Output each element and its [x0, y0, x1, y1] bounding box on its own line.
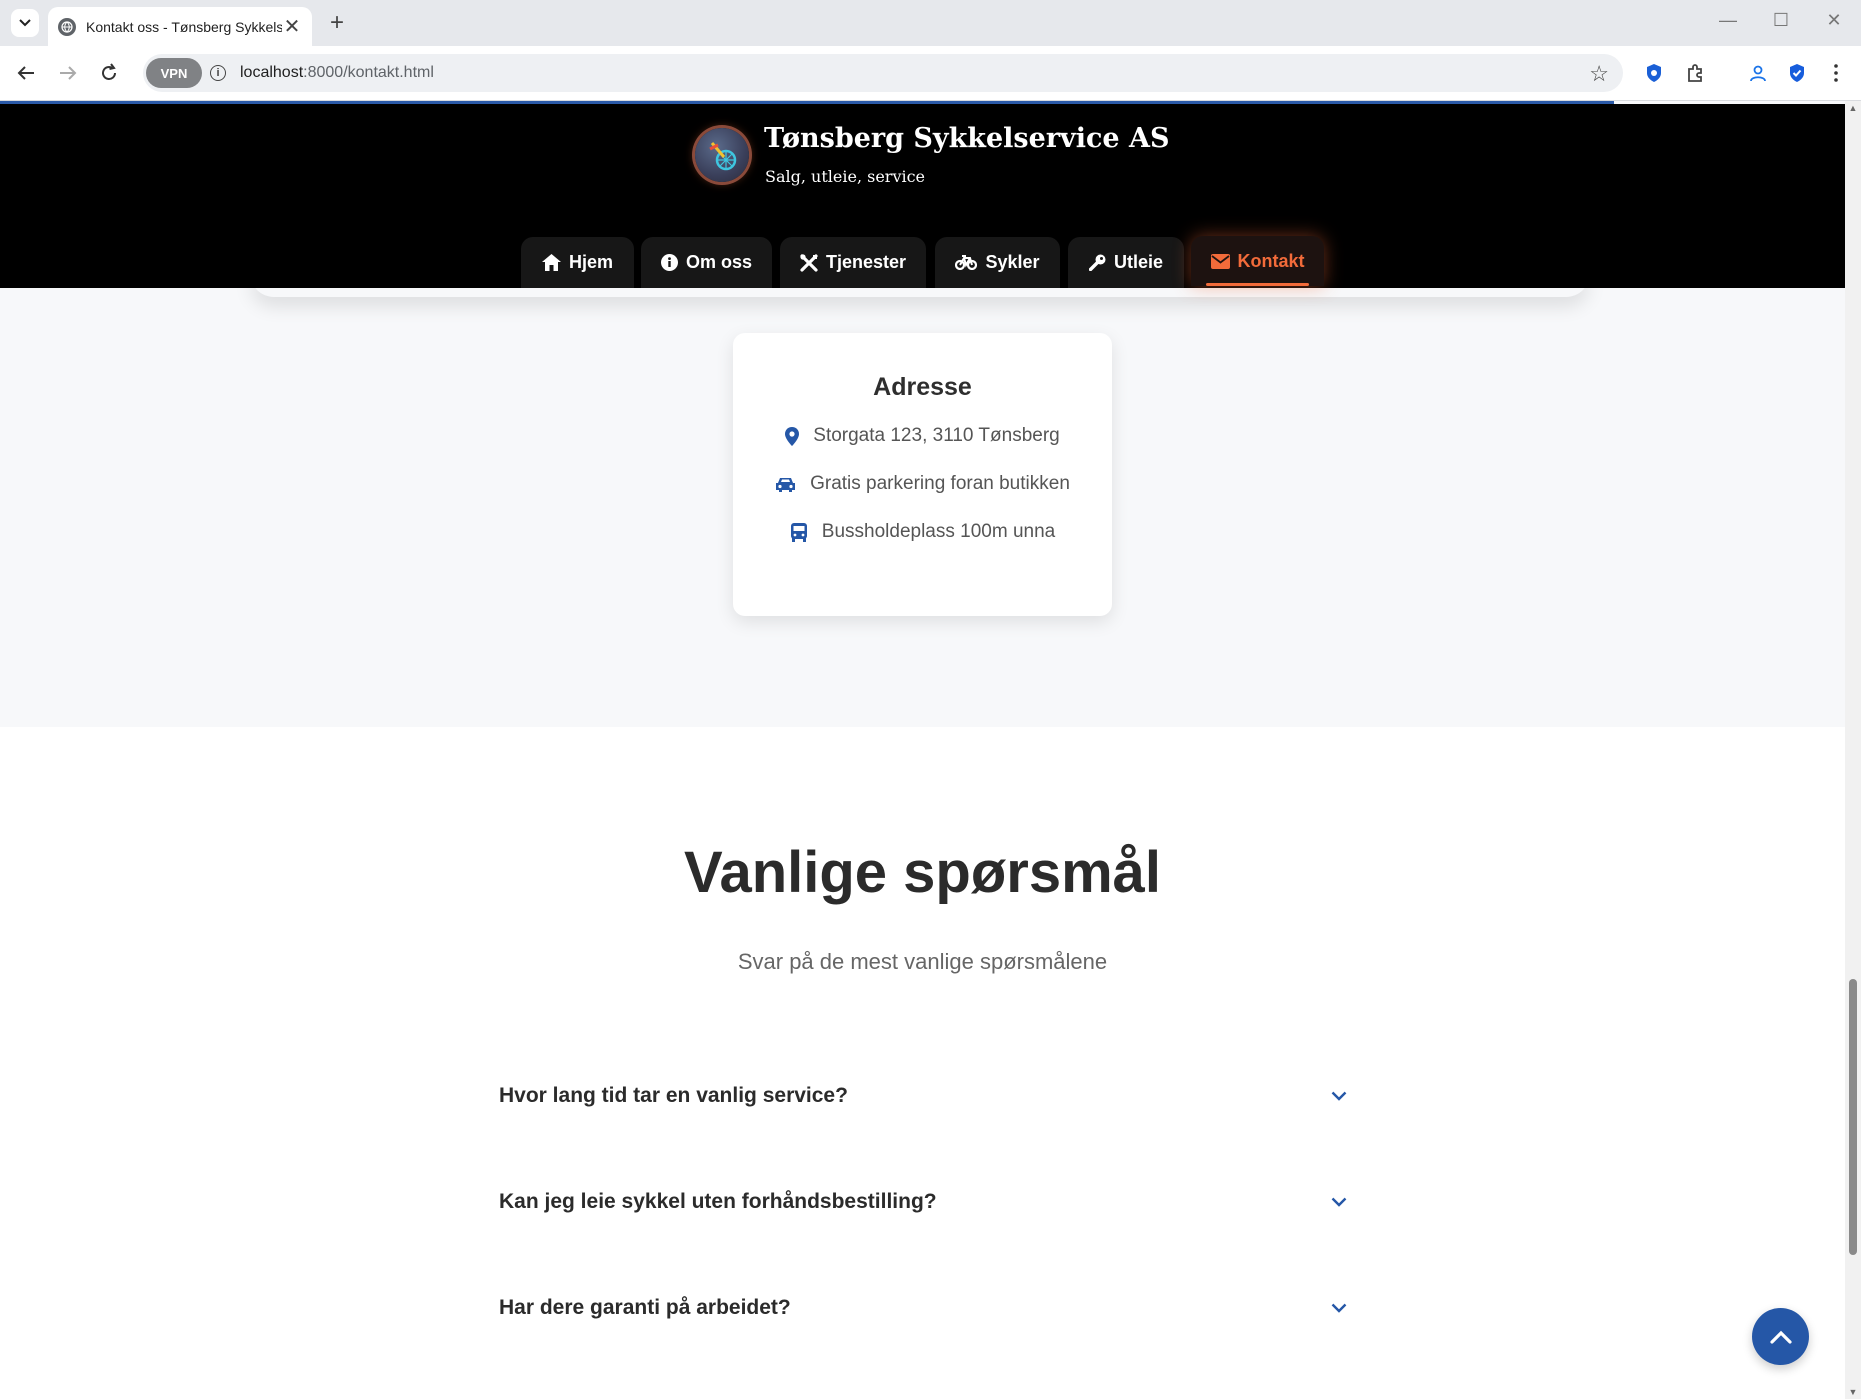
address-row-street: Storgata 123, 3110 Tønsberg: [733, 421, 1112, 451]
tab-title: Kontakt oss - Tønsberg Sykkelservice AS: [86, 18, 282, 35]
bicycle-logo-icon: [709, 142, 737, 171]
reload-icon: [102, 63, 116, 80]
nav-item-kontakt[interactable]: Kontakt: [1191, 236, 1324, 286]
nav-item-om-oss[interactable]: Om oss: [641, 237, 772, 288]
info-circle-icon: [660, 254, 678, 271]
main-navigation: Hjem Om oss Tjenester Sykler Utleie Kont…: [0, 236, 1845, 288]
chevron-down-icon[interactable]: [1329, 1192, 1349, 1212]
tab-search-button[interactable]: [11, 9, 39, 37]
faq-question-text: Kan jeg leie sykkel uten forhåndsbestill…: [499, 1190, 937, 1213]
bicycle-icon: [955, 255, 978, 270]
home-icon: [541, 254, 561, 271]
site-header: Tønsberg Sykkelservice AS Salg, utleie, …: [0, 104, 1845, 288]
bitwarden-shield-icon[interactable]: [1785, 61, 1809, 85]
browser-tab-bar: Kontakt oss - Tønsberg Sykkelservice AS …: [0, 0, 1861, 46]
nav-label-om-oss: Om oss: [685, 252, 753, 272]
address-card-title: Adresse: [873, 373, 972, 401]
maximize-button[interactable]: ☐: [1771, 10, 1791, 31]
scroll-down-arrow[interactable]: ▼: [1845, 1387, 1861, 1397]
close-tab-icon[interactable]: ✕: [282, 14, 302, 39]
chevron-up-icon: [1769, 1330, 1792, 1344]
close-window-button[interactable]: ✕: [1824, 10, 1844, 31]
site-logo[interactable]: [695, 128, 749, 182]
bus-icon: [790, 522, 807, 542]
nav-item-tjenester[interactable]: Tjenester: [780, 237, 926, 288]
bookmark-star-icon[interactable]: ☆: [1589, 61, 1609, 87]
minimize-button[interactable]: —: [1718, 10, 1738, 31]
profile-icon[interactable]: [1746, 61, 1770, 85]
url-text[interactable]: localhost:8000/kontakt.html: [240, 64, 434, 82]
address-row-bus: Bussholdeplass 100m unna: [733, 517, 1112, 547]
back-button[interactable]: [13, 60, 39, 86]
browser-tab-active[interactable]: Kontakt oss - Tønsberg Sykkelservice AS …: [48, 7, 312, 46]
page-viewport: Tønsberg Sykkelservice AS Salg, utleie, …: [0, 101, 1845, 1399]
envelope-icon: [1210, 253, 1230, 269]
globe-icon: [58, 17, 76, 36]
site-title[interactable]: Tønsberg Sykkelservice AS: [764, 123, 1169, 154]
address-row-parking: Gratis parkering foran butikken: [733, 469, 1112, 499]
reload-button[interactable]: [96, 60, 122, 86]
site-tagline: Salg, utleie, service: [765, 167, 926, 186]
nav-item-utleie[interactable]: Utleie: [1068, 237, 1184, 288]
arrow-right-icon: [60, 66, 77, 80]
nav-item-sykler[interactable]: Sykler: [935, 237, 1060, 288]
nav-label-hjem: Hjem: [568, 252, 613, 272]
car-icon: [776, 477, 796, 492]
address-card: Adresse Storgata 123, 3110 Tønsberg Grat…: [733, 333, 1112, 616]
faq-subtitle: Svar på de mest vanlige spørsmålene: [737, 949, 1108, 974]
faq-question-1[interactable]: Hvor lang tid tar en vanlig service?: [499, 1076, 1349, 1116]
nav-label-utleie: Utleie: [1113, 252, 1164, 272]
scroll-progress-bar: [0, 101, 1614, 104]
arrow-left-icon: [17, 66, 34, 80]
page-scrollbar[interactable]: ▲ ▼: [1845, 101, 1861, 1399]
back-to-top-button[interactable]: [1752, 1308, 1809, 1365]
nav-label-tjenester: Tjenester: [825, 252, 907, 272]
browser-menu-icon[interactable]: [1824, 61, 1848, 85]
shield-extension-icon[interactable]: [1642, 61, 1666, 85]
nav-label-kontakt: Kontakt: [1237, 250, 1305, 271]
address-street-text: Storgata 123, 3110 Tønsberg: [813, 425, 1060, 446]
address-bus-text: Bussholdeplass 100m unna: [821, 521, 1056, 542]
puzzle-extensions-icon[interactable]: [1683, 61, 1707, 85]
nav-item-hjem[interactable]: Hjem: [521, 237, 634, 288]
address-bar[interactable]: VPN i localhost:8000/kontakt.html ☆: [143, 54, 1623, 92]
forward-button[interactable]: [55, 60, 81, 86]
faq-question-2[interactable]: Kan jeg leie sykkel uten forhåndsbestill…: [499, 1182, 1349, 1222]
scrollbar-thumb[interactable]: [1849, 979, 1857, 1255]
site-info-icon[interactable]: i: [210, 65, 226, 81]
browser-toolbar: VPN i localhost:8000/kontakt.html ☆: [0, 46, 1861, 101]
new-tab-button[interactable]: +: [326, 9, 348, 37]
address-parking-text: Gratis parkering foran butikken: [810, 473, 1070, 494]
faq-question-text: Hvor lang tid tar en vanlig service?: [499, 1084, 848, 1107]
scroll-up-arrow[interactable]: ▲: [1845, 103, 1861, 113]
chevron-down-icon[interactable]: [1329, 1298, 1349, 1318]
nav-label-sykler: Sykler: [985, 252, 1040, 272]
key-icon: [1088, 254, 1106, 271]
chevron-down-icon[interactable]: [1329, 1086, 1349, 1106]
faq-question-3[interactable]: Har dere garanti på arbeidet?: [499, 1288, 1349, 1328]
vpn-badge[interactable]: VPN: [146, 58, 202, 88]
tools-icon: [800, 253, 818, 272]
faq-question-text: Har dere garanti på arbeidet?: [499, 1296, 791, 1319]
map-pin-icon: [785, 426, 800, 446]
faq-heading: Vanlige spørsmål: [683, 840, 1162, 905]
chevron-down-icon: [19, 19, 31, 27]
